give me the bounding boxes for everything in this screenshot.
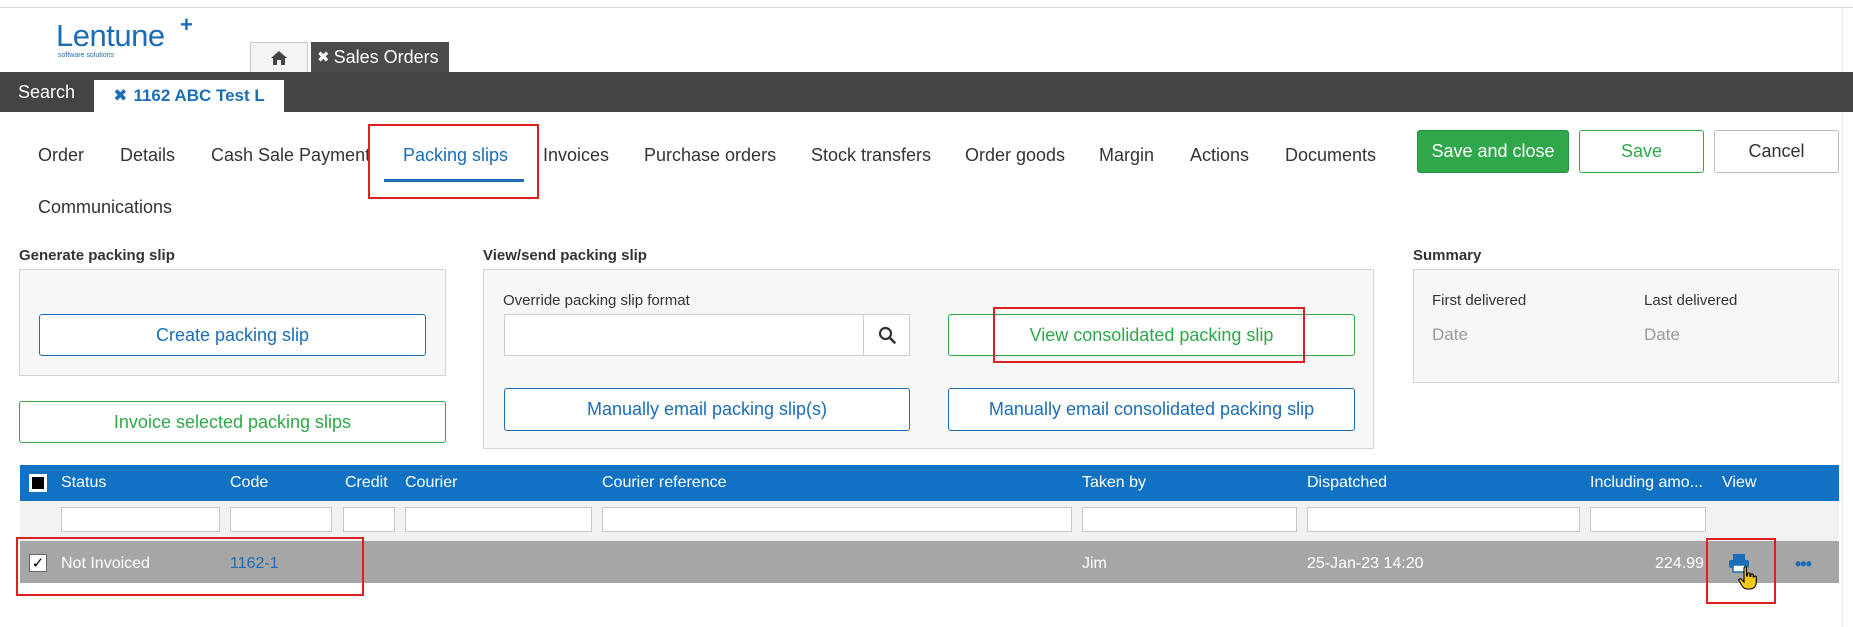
- tab-communications[interactable]: Communications: [38, 197, 172, 218]
- highlight-box-view-consolidated: [993, 307, 1305, 363]
- tab-invoices[interactable]: Invoices: [543, 145, 609, 166]
- column-header-code[interactable]: Code: [230, 474, 268, 492]
- last-delivered-value: Date: [1644, 325, 1680, 344]
- manually-email-button[interactable]: Manually email packing slip(s): [504, 388, 910, 431]
- filter-status-input[interactable]: [61, 507, 220, 532]
- logo-tagline: software solutions: [58, 52, 115, 59]
- column-header-courier[interactable]: Courier: [405, 474, 457, 492]
- first-delivered-label: First delivered: [1432, 292, 1527, 309]
- save-button[interactable]: Save: [1579, 130, 1704, 173]
- column-header-credit[interactable]: Credit: [345, 474, 388, 492]
- filter-code-input[interactable]: [230, 507, 332, 532]
- invoice-selected-button[interactable]: Invoice selected packing slips: [19, 401, 446, 443]
- override-format-label: Override packing slip format: [503, 292, 690, 309]
- search-icon: [878, 326, 896, 344]
- tab-stock-transfers[interactable]: Stock transfers: [811, 145, 931, 166]
- filter-courier-reference-input[interactable]: [602, 507, 1072, 532]
- top-divider: [0, 7, 1853, 8]
- select-all-checkbox[interactable]: [29, 474, 47, 492]
- record-tab[interactable]: ✖ 1162 ABC Test L: [94, 80, 284, 112]
- tab-cash-sale-payment[interactable]: Cash Sale Payment: [211, 145, 370, 166]
- tab-details[interactable]: Details: [120, 145, 175, 166]
- highlight-box-tab: [368, 124, 539, 199]
- sales-orders-tab[interactable]: ✖ Sales Orders: [311, 42, 449, 72]
- grid-header: [20, 465, 1839, 501]
- filter-including-amount-input[interactable]: [1590, 507, 1706, 532]
- more-options-icon[interactable]: •••: [1795, 554, 1812, 575]
- highlight-box-print: [1706, 538, 1776, 604]
- format-search-button[interactable]: [863, 314, 910, 356]
- row-including-amount: 224.99: [1655, 555, 1704, 572]
- summary-panel: [1413, 269, 1839, 383]
- cancel-button[interactable]: Cancel: [1714, 130, 1839, 173]
- tab-actions[interactable]: Actions: [1190, 145, 1249, 166]
- tab-documents[interactable]: Documents: [1285, 145, 1376, 166]
- column-header-status[interactable]: Status: [61, 474, 106, 492]
- save-and-close-button[interactable]: Save and close: [1417, 130, 1569, 173]
- manually-email-consolidated-button[interactable]: Manually email consolidated packing slip: [948, 388, 1355, 431]
- first-delivered-value: Date: [1432, 325, 1468, 344]
- view-send-section-label: View/send packing slip: [483, 247, 647, 264]
- row-taken-by: Jim: [1082, 555, 1107, 572]
- close-icon[interactable]: ✖: [113, 86, 127, 106]
- close-icon[interactable]: ✖: [317, 48, 330, 66]
- last-delivered-label: Last delivered: [1644, 292, 1738, 309]
- tab-margin[interactable]: Margin: [1099, 145, 1154, 166]
- logo-plus: +: [180, 12, 193, 37]
- summary-section-label: Summary: [1413, 247, 1482, 264]
- home-icon: [271, 50, 287, 65]
- row-dispatched: 25-Jan-23 14:20: [1307, 555, 1424, 572]
- tab-order[interactable]: Order: [38, 145, 84, 166]
- override-format-input[interactable]: [504, 314, 863, 356]
- column-header-view[interactable]: View: [1722, 474, 1756, 492]
- generate-section-label: Generate packing slip: [19, 247, 175, 264]
- column-header-dispatched[interactable]: Dispatched: [1307, 474, 1387, 492]
- sales-orders-label: Sales Orders: [333, 46, 439, 67]
- filter-dispatched-input[interactable]: [1307, 507, 1580, 532]
- logo-name: Lentune: [56, 18, 165, 53]
- filter-taken-by-input[interactable]: [1082, 507, 1297, 532]
- filter-credit-input[interactable]: [343, 507, 395, 532]
- tab-order-goods[interactable]: Order goods: [965, 145, 1065, 166]
- home-tab[interactable]: [250, 42, 308, 72]
- tab-purchase-orders[interactable]: Purchase orders: [644, 145, 776, 166]
- logo: Lentune + software solutions: [56, 12, 193, 59]
- highlight-box-row: [16, 537, 364, 596]
- column-header-taken-by[interactable]: Taken by: [1082, 474, 1146, 492]
- column-header-including-amount[interactable]: Including amo...: [1590, 474, 1703, 492]
- column-header-courier-reference[interactable]: Courier reference: [602, 474, 727, 492]
- search-tab[interactable]: Search: [0, 72, 93, 112]
- create-packing-slip-button[interactable]: Create packing slip: [39, 314, 426, 356]
- filter-courier-input[interactable]: [405, 507, 592, 532]
- record-tab-label: 1162 ABC Test L: [133, 86, 265, 105]
